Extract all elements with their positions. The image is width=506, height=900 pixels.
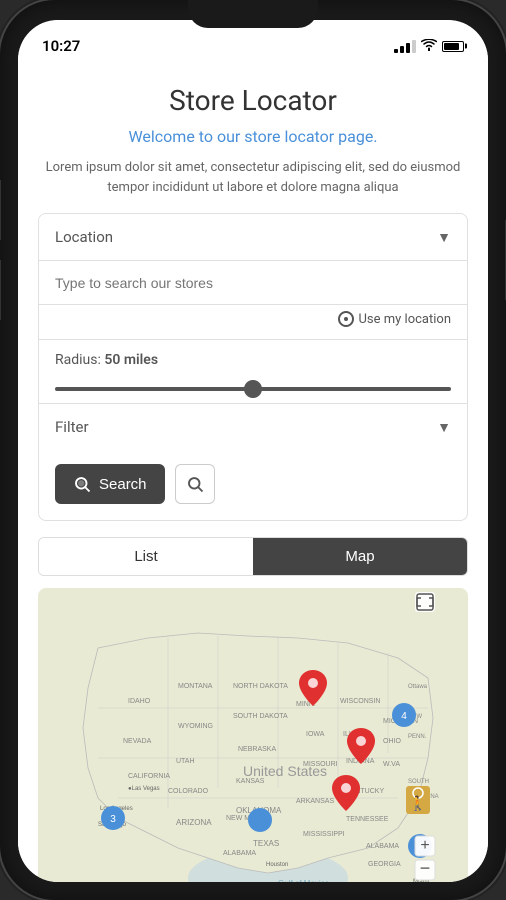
svg-text:IOWA: IOWA <box>306 731 325 738</box>
location-target-icon <box>338 311 354 327</box>
svg-text:SOUTH DAKOTA: SOUTH DAKOTA <box>233 713 288 720</box>
search-buttons-row: Search <box>39 450 467 520</box>
svg-text:WISCONSIN: WISCONSIN <box>340 698 380 705</box>
svg-text:UTAH: UTAH <box>176 758 195 765</box>
svg-text:CALIFORNIA: CALIFORNIA <box>128 773 170 780</box>
map-container[interactable]: IDAHO NEVADA CALIFORNIA MONTANA WYOMING … <box>38 588 468 882</box>
svg-text:SOUTH: SOUTH <box>408 779 429 785</box>
svg-text:COLORADO: COLORADO <box>168 788 209 795</box>
phone-screen: 10:27 <box>18 20 488 882</box>
svg-text:ARKANSAS: ARKANSAS <box>296 798 334 805</box>
radius-label: Radius: 50 miles <box>55 352 451 368</box>
svg-text:IDAHO: IDAHO <box>128 698 151 705</box>
page-title: Store Locator <box>42 84 464 117</box>
svg-text:ARIZONA: ARIZONA <box>176 818 212 827</box>
svg-text:TEXAS: TEXAS <box>253 839 279 848</box>
phone-frame: 10:27 <box>0 0 506 900</box>
svg-text:●Las Vegas: ●Las Vegas <box>128 786 160 792</box>
search-button[interactable]: Search <box>55 464 165 504</box>
search-input[interactable] <box>55 275 451 291</box>
status-time: 10:27 <box>42 37 80 55</box>
search-input-area <box>39 261 467 305</box>
svg-text:W.VA: W.VA <box>383 761 400 768</box>
filter-dropdown[interactable]: Filter ▼ <box>39 404 467 450</box>
svg-text:United States: United States <box>243 763 327 779</box>
search-button-label: Search <box>99 476 147 493</box>
svg-text:TENNESSEE: TENNESSEE <box>346 816 389 823</box>
svg-text:3: 3 <box>110 814 116 825</box>
radius-slider[interactable] <box>55 387 451 391</box>
svg-text:MISSISSIPPI: MISSISSIPPI <box>303 831 345 838</box>
magnifier-icon <box>186 475 204 493</box>
status-icons <box>394 39 464 54</box>
description-text: Lorem ipsum dolor sit amet, consectetur … <box>42 158 464 197</box>
volume-up-button[interactable] <box>0 180 1 240</box>
svg-text:−: − <box>420 858 431 878</box>
search-card: Location ▼ Use my location Radius: 50 m <box>38 213 468 521</box>
svg-text:OHIO: OHIO <box>383 738 401 745</box>
search-icon <box>73 475 91 493</box>
radius-value: 50 miles <box>104 352 158 368</box>
svg-text:Houston: Houston <box>266 862 288 868</box>
volume-down-button[interactable] <box>0 260 1 320</box>
svg-text:4: 4 <box>401 711 407 722</box>
filter-chevron-icon: ▼ <box>437 419 451 436</box>
wifi-icon <box>421 39 437 54</box>
svg-text:ALABAMA: ALABAMA <box>223 850 256 857</box>
svg-text:NEVADA: NEVADA <box>123 738 152 745</box>
header-section: Store Locator Welcome to our store locat… <box>18 64 488 213</box>
use-location-row[interactable]: Use my location <box>39 305 467 340</box>
use-location-text: Use my location <box>359 312 452 327</box>
svg-text:GEORGIA: GEORGIA <box>368 861 401 868</box>
svg-text:Ottawa: Ottawa <box>408 684 428 690</box>
svg-text:🚶: 🚶 <box>409 795 426 812</box>
welcome-text: Welcome to our store locator page. <box>42 127 464 146</box>
filter-label: Filter <box>55 418 89 436</box>
notch <box>188 0 318 28</box>
map-svg: IDAHO NEVADA CALIFORNIA MONTANA WYOMING … <box>38 588 468 882</box>
view-toggle: List Map <box>38 537 468 576</box>
location-dropdown[interactable]: Location ▼ <box>39 214 467 261</box>
svg-text:MONTANA: MONTANA <box>178 683 213 690</box>
svg-text:ALABAMA: ALABAMA <box>366 843 399 850</box>
location-label: Location <box>55 228 113 246</box>
map-view-button[interactable]: Map <box>253 538 467 575</box>
list-view-button[interactable]: List <box>39 538 253 575</box>
svg-text:KANSAS: KANSAS <box>236 778 265 785</box>
svg-text:PENN.: PENN. <box>408 734 427 740</box>
svg-text:NORTH DAKOTA: NORTH DAKOTA <box>233 683 288 690</box>
radius-row: Radius: 50 miles <box>39 340 467 404</box>
signal-icon <box>394 40 416 53</box>
svg-text:WYOMING: WYOMING <box>178 723 213 730</box>
screen-content: Store Locator Welcome to our store locat… <box>18 64 488 882</box>
svg-text:+: + <box>420 837 429 854</box>
chevron-down-icon: ▼ <box>437 229 451 246</box>
battery-icon <box>442 41 464 52</box>
search-icon-button[interactable] <box>175 464 215 504</box>
svg-text:NEBRASKA: NEBRASKA <box>238 746 276 753</box>
svg-text:Gulf of Mexico: Gulf of Mexico <box>278 879 330 882</box>
